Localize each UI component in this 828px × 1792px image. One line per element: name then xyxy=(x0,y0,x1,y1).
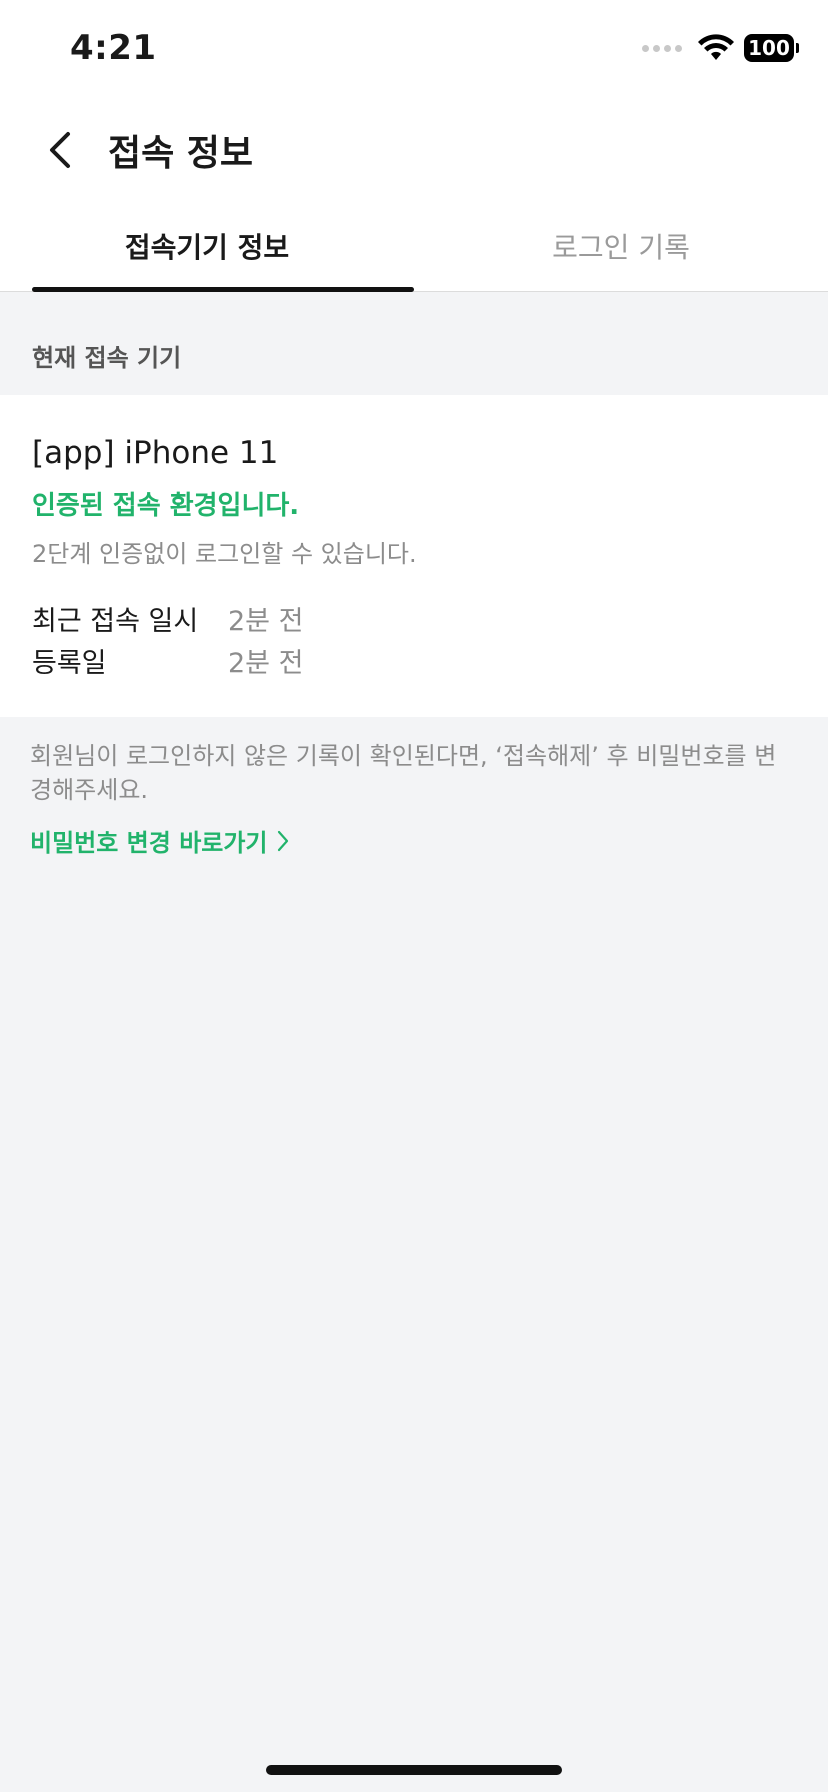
change-password-link-label: 비밀번호 변경 바로가기 xyxy=(30,829,268,857)
info-row-last-access: 최근 접속 일시 2분 전 xyxy=(32,597,796,639)
device-card: [app] iPhone 11 인증된 접속 환경입니다. 2단계 인증없이 로… xyxy=(0,395,828,717)
back-button[interactable] xyxy=(30,120,90,180)
info-value: 2분 전 xyxy=(228,605,304,637)
info-label: 등록일 xyxy=(32,647,107,679)
chevron-right-icon xyxy=(277,830,288,851)
section-header: 현재 접속 기기 xyxy=(32,344,182,372)
tab-bar: 접속기기 정보 로그인 기록 xyxy=(0,200,828,292)
cellular-signal-icon xyxy=(642,44,682,52)
tab-device-info[interactable]: 접속기기 정보 xyxy=(0,200,414,292)
info-value: 2분 전 xyxy=(228,647,304,679)
navigation-bar: 접속 정보 xyxy=(0,100,828,200)
chevron-left-icon xyxy=(50,132,70,168)
battery-icon: 100 xyxy=(744,34,799,62)
battery-level: 100 xyxy=(748,36,790,60)
wifi-icon xyxy=(698,34,734,60)
change-password-link[interactable]: 비밀번호 변경 바로가기 xyxy=(30,823,290,858)
status-bar: 4:21 100 xyxy=(0,0,828,100)
page-title: 접속 정보 xyxy=(108,133,254,174)
device-name: [app] iPhone 11 xyxy=(32,435,279,471)
info-row-registered: 등록일 2분 전 xyxy=(32,639,796,681)
info-label: 최근 접속 일시 xyxy=(32,605,199,637)
tab-login-history[interactable]: 로그인 기록 xyxy=(414,200,828,291)
security-notice: 회원님이 로그인하지 않은 기록이 확인된다면, ‘접속해제’ 후 비밀번호를 … xyxy=(30,742,777,804)
device-auth-status: 인증된 접속 환경입니다. xyxy=(32,491,300,521)
device-auth-description: 2단계 인증없이 로그인할 수 있습니다. xyxy=(32,540,417,568)
home-indicator[interactable] xyxy=(266,1765,562,1775)
status-time: 4:21 xyxy=(70,28,157,68)
